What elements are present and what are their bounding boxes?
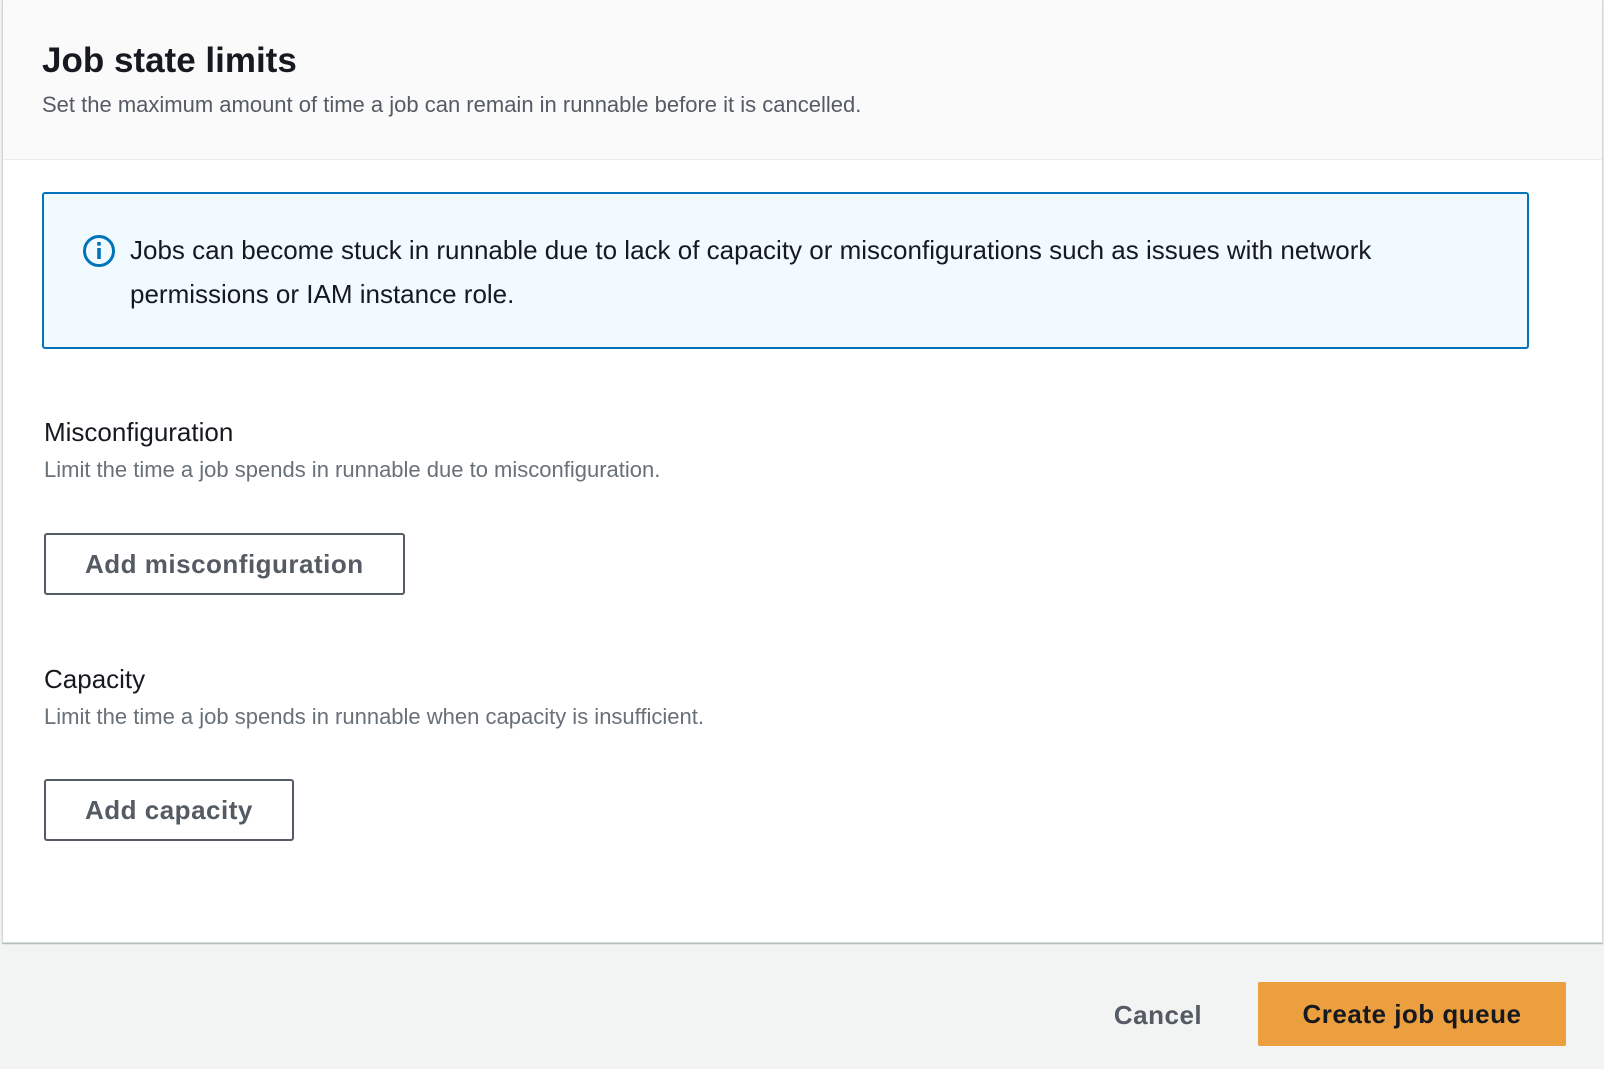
panel-title: Job state limits: [42, 41, 297, 80]
cancel-button[interactable]: Cancel: [1090, 986, 1226, 1044]
add-misconfiguration-button[interactable]: Add misconfiguration: [44, 533, 405, 595]
panel-header: Job state limits Set the maximum amount …: [3, 0, 1602, 160]
info-alert: Jobs can become stuck in runnable due to…: [42, 192, 1529, 349]
capacity-label: Capacity: [44, 664, 146, 694]
info-icon: [83, 235, 115, 267]
misconfiguration-description: Limit the time a job spends in runnable …: [44, 457, 661, 482]
misconfiguration-label: Misconfiguration: [44, 417, 234, 447]
add-capacity-button[interactable]: Add capacity: [44, 779, 294, 841]
job-state-limits-panel: Job state limits Set the maximum amount …: [2, 0, 1603, 943]
create-job-queue-button[interactable]: Create job queue: [1258, 982, 1566, 1046]
info-alert-text: Jobs can become stuck in runnable due to…: [130, 235, 1372, 309]
capacity-description: Limit the time a job spends in runnable …: [44, 704, 704, 729]
panel-description: Set the maximum amount of time a job can…: [42, 92, 862, 117]
